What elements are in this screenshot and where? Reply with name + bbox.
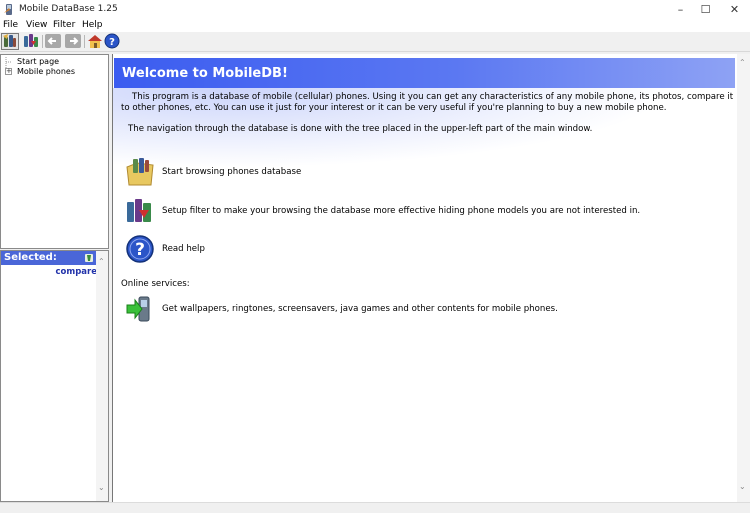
expand-icon[interactable]: + xyxy=(5,68,12,75)
download-phone-icon xyxy=(126,296,150,322)
menu-file[interactable]: File xyxy=(3,20,18,30)
intro-line-2: to other phones, etc. You can use it jus… xyxy=(121,103,667,113)
browse-database-label[interactable]: Start browsing phones database xyxy=(162,167,301,177)
home-icon xyxy=(88,35,102,48)
main-scrollbar[interactable]: ⌃ ⌄ xyxy=(737,54,750,502)
filter-phones-icon xyxy=(127,199,151,222)
toolbar-separator xyxy=(84,35,85,48)
home-button[interactable] xyxy=(86,33,104,50)
toolbar-separator xyxy=(42,35,43,48)
help-button[interactable]: ? xyxy=(104,33,122,50)
main-content: Welcome to MobileDB! This program is a d… xyxy=(112,54,750,502)
status-bar xyxy=(0,502,750,513)
help-icon: ? xyxy=(126,235,154,263)
selected-panel: Selected: compare ⌃ ⌄ xyxy=(0,250,109,502)
app-icon xyxy=(4,4,12,15)
online-services-label: Online services: xyxy=(121,279,190,289)
forward-arrow-icon xyxy=(65,34,81,48)
tree-item-mobile-phones[interactable]: Mobile phones xyxy=(17,67,75,76)
get-content-label[interactable]: Get wallpapers, ringtones, screensavers,… xyxy=(162,304,558,314)
navigation-tree: Start page + Mobile phones xyxy=(0,54,109,249)
close-button[interactable]: ✕ xyxy=(718,0,750,19)
scroll-down-icon[interactable]: ⌄ xyxy=(739,482,746,491)
scroll-up-icon[interactable]: ⌃ xyxy=(98,257,105,266)
title-bar: Mobile DataBase 1.25 – ☐ ✕ xyxy=(0,0,750,19)
page-title: Welcome to MobileDB! xyxy=(122,66,288,81)
welcome-banner: Welcome to MobileDB! xyxy=(114,58,735,88)
menu-bar: File View Filter Help xyxy=(0,19,750,32)
back-button[interactable] xyxy=(44,33,62,50)
get-content-action[interactable]: Get wallpapers, ringtones, screensavers,… xyxy=(125,294,625,326)
scroll-up-icon[interactable]: ⌃ xyxy=(739,58,746,67)
filter-icon xyxy=(24,34,38,47)
phones-toolbar-button[interactable] xyxy=(1,33,19,50)
clear-selection-icon[interactable] xyxy=(84,253,94,263)
forward-button[interactable] xyxy=(64,33,82,50)
compare-link[interactable]: compare xyxy=(55,267,97,277)
filter-toolbar-button[interactable] xyxy=(22,33,40,50)
read-help-label[interactable]: Read help xyxy=(162,244,205,254)
selected-label: Selected: xyxy=(4,252,57,263)
navigation-paragraph: The navigation through the database is d… xyxy=(128,124,593,134)
back-arrow-icon xyxy=(45,34,61,48)
selected-scrollbar[interactable]: ⌃ ⌄ xyxy=(96,251,108,501)
read-help-action[interactable]: ? Read help xyxy=(125,234,625,266)
browse-database-action[interactable]: Start browsing phones database xyxy=(125,157,625,189)
setup-filter-label[interactable]: Setup filter to make your browsing the d… xyxy=(162,206,640,216)
phones-database-icon xyxy=(126,158,154,186)
window-title: Mobile DataBase 1.25 xyxy=(19,4,118,14)
toolbar: ? xyxy=(0,32,750,52)
help-icon: ? xyxy=(104,33,120,49)
scroll-down-icon[interactable]: ⌄ xyxy=(98,483,105,492)
setup-filter-action[interactable]: Setup filter to make your browsing the d… xyxy=(125,196,640,228)
selected-header: Selected: xyxy=(1,251,97,265)
menu-help[interactable]: Help xyxy=(82,20,103,30)
phones-icon xyxy=(3,34,16,47)
menu-filter[interactable]: Filter xyxy=(53,20,75,30)
svg-text:?: ? xyxy=(135,240,145,260)
svg-text:?: ? xyxy=(109,37,115,48)
tree-item-start-page[interactable]: Start page xyxy=(17,57,59,66)
menu-view[interactable]: View xyxy=(26,20,47,30)
intro-line-1: This program is a database of mobile (ce… xyxy=(132,92,734,102)
